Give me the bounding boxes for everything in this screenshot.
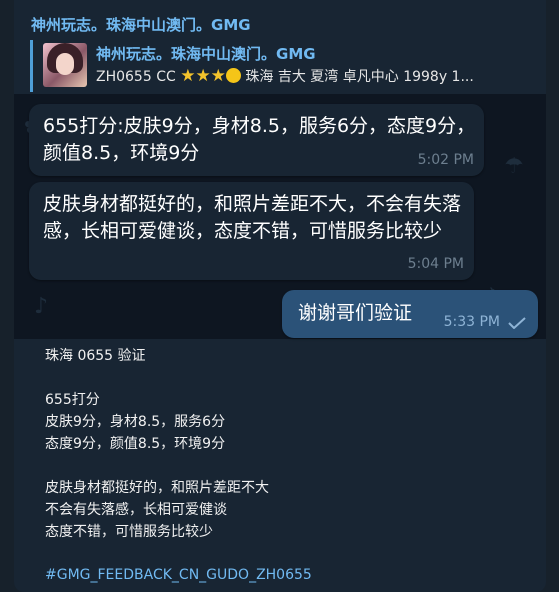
sender-name[interactable]: 神州玩志。珠海中山澳门。GMG	[31, 14, 251, 35]
reply-text-prefix: ZH0655 CC	[96, 69, 181, 85]
bubble-text: 皮肤身材都挺好的，和照片差距不大，不会有失落感，长相可爱健谈，态度不错，可惜服务…	[43, 193, 462, 242]
reply-text: ZH0655 CC ★★★ 珠海 吉大 夏湾 卓凡中心 1998y 1...	[96, 66, 536, 86]
reply-text-suffix: 珠海 吉大 夏湾 卓凡中心 1998y 1...	[240, 69, 474, 85]
reply-preview[interactable]: 神州玩志。珠海中山澳门。GMG ZH0655 CC ★★★ 珠海 吉大 夏湾 卓…	[30, 40, 541, 92]
chat-bubble-rating: 655打分:皮肤9分，身材8.5，服务6分，态度9分，颜值8.5，环境9分 5:…	[29, 104, 484, 176]
bubble-text: 谢谢哥们验证	[298, 302, 413, 324]
chat-bubble-thanks: 谢谢哥们验证 5:33 PM	[282, 290, 538, 338]
bubble-time: 5:02 PM	[417, 152, 474, 168]
bubble-time: 5:04 PM	[407, 256, 464, 272]
star-rating-icon: ★★★	[180, 66, 226, 86]
caption-line: 655打分	[45, 392, 100, 408]
caption-line: 态度不错，可惜服务比较少	[45, 524, 213, 540]
caption-line: 不会有失落感，长相可爱健谈	[45, 502, 227, 518]
half-star-icon	[225, 68, 241, 83]
caption-line: 态度9分，颜值8.5，环境9分	[45, 436, 226, 452]
message-caption: 珠海 0655 验证 655打分 皮肤9分，身材8.5，服务6分 态度9分，颜值…	[45, 345, 545, 543]
caption-line: 皮肤身材都挺好的，和照片差距不大	[45, 480, 269, 496]
reply-title: 神州玩志。珠海中山澳门。GMG	[96, 45, 316, 63]
bubble-time: 5:33 PM	[443, 314, 500, 330]
hashtag-link[interactable]: #GMG_FEEDBACK_CN_GUDO_ZH0655	[45, 567, 312, 583]
caption-line: 皮肤9分，身材8.5，服务6分	[45, 414, 226, 430]
reply-avatar	[43, 43, 87, 87]
chat-bubble-review: 皮肤身材都挺好的，和照片差距不大，不会有失落感，长相可爱健谈，态度不错，可惜服务…	[29, 182, 474, 280]
caption-line: 珠海 0655 验证	[45, 348, 146, 364]
read-check-icon	[508, 317, 526, 329]
